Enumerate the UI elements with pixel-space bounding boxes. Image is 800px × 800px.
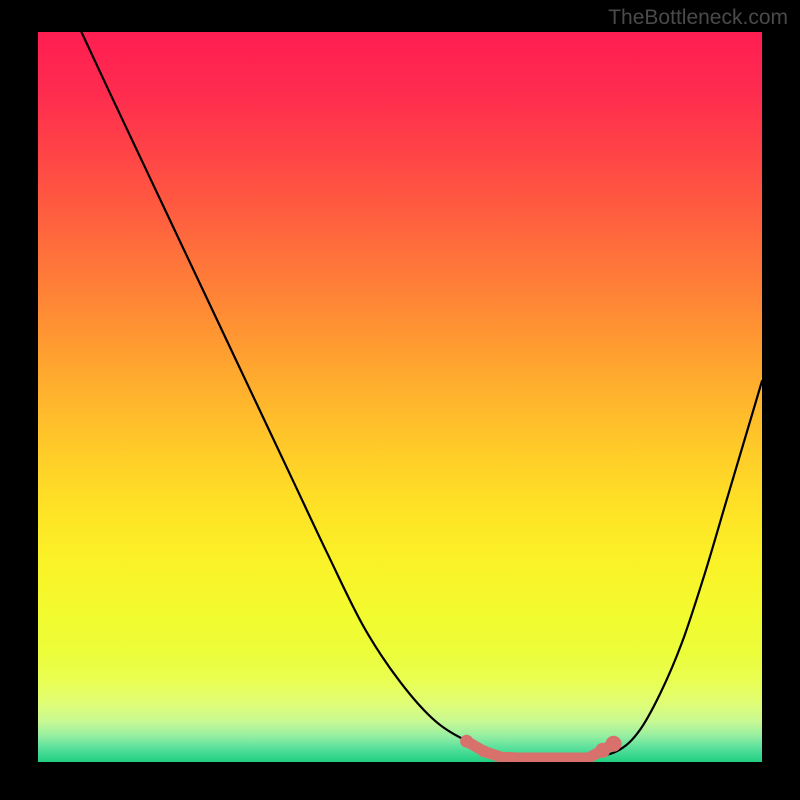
valley-marker-dot [460, 735, 473, 748]
watermark-text: TheBottleneck.com [608, 6, 788, 30]
valley-marker-dot [595, 743, 610, 758]
bottleneck-curve [38, 32, 762, 762]
chart-container: TheBottleneck.com [0, 0, 800, 800]
plot-area [38, 32, 762, 762]
valley-marker-dot [478, 745, 490, 757]
